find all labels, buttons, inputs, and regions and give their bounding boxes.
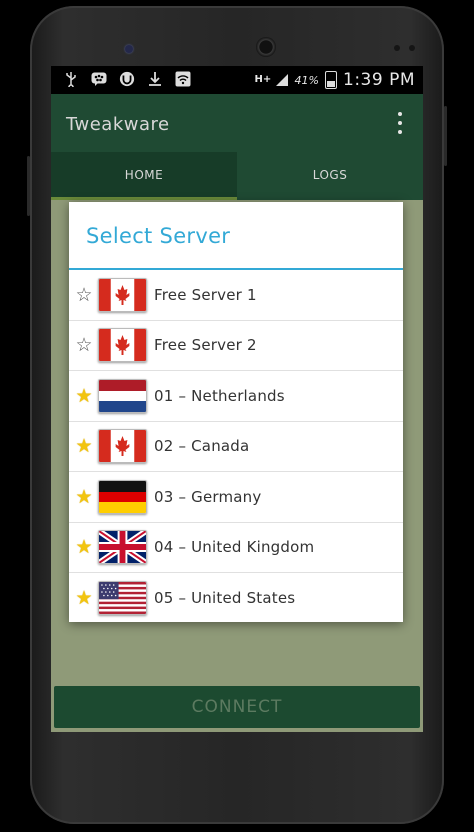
app-title: Tweakware [66,114,170,135]
clock: 1:39 PM [343,70,415,90]
status-bar: H+ 41% 1:39 PM [51,66,423,94]
signal-icon [275,73,289,87]
power-button [27,156,30,216]
favorite-star-filled-icon[interactable]: ★ [70,486,98,508]
server-name: 02 – Canada [154,437,250,456]
canada-flag-icon [98,429,147,464]
server-name: 01 – Netherlands [154,386,285,405]
light-sensor [409,45,415,51]
server-name: Free Server 2 [154,336,257,355]
server-name: 05 – United States [154,589,296,608]
front-camera [125,45,133,53]
screen: H+ 41% 1:39 PM Tweakware HOME LOGS CONNE… [51,66,423,732]
server-list: ☆ Free Server 1 ☆ Free Server 2 ★ 01 – N… [69,270,403,624]
select-server-dialog: Select Server ☆ Free Server 1 ☆ Free Ser… [69,202,403,622]
download-icon [147,71,163,87]
server-row-united-states[interactable]: ★ 05 – United States [69,573,403,624]
server-name: Free Server 1 [154,285,257,304]
server-row-free-server-1[interactable]: ☆ Free Server 1 [69,270,403,321]
tab-home[interactable]: HOME [51,152,237,200]
favorite-star-outline-icon[interactable]: ☆ [70,284,98,306]
canada-flag-icon [98,277,147,312]
dialog-title: Select Server [86,224,231,248]
app-bar: Tweakware [51,94,423,152]
favorite-star-filled-icon[interactable]: ★ [70,435,98,457]
canada-flag-icon [98,328,147,363]
usb-icon [63,71,79,87]
tab-bar: HOME LOGS [51,152,423,200]
connect-button[interactable]: CONNECT [54,686,420,728]
favorite-star-filled-icon[interactable]: ★ [70,385,98,407]
united-kingdom-flag-icon [98,530,147,565]
server-row-netherlands[interactable]: ★ 01 – Netherlands [69,371,403,422]
favorite-star-outline-icon[interactable]: ☆ [70,334,98,356]
united-states-flag-icon [98,581,147,616]
overflow-menu-icon[interactable] [397,112,403,134]
favorite-star-filled-icon[interactable]: ★ [70,536,98,558]
server-row-free-server-2[interactable]: ☆ Free Server 2 [69,321,403,371]
server-row-germany[interactable]: ★ 03 – Germany [69,472,403,523]
earpiece-speaker [256,37,276,57]
server-name: 03 – Germany [154,487,262,506]
server-row-canada[interactable]: ★ 02 – Canada [69,422,403,472]
tab-logs[interactable]: LOGS [237,152,423,200]
battery-percent: 41% [294,73,319,87]
server-name: 04 – United Kingdom [154,538,315,557]
battery-icon [325,71,337,89]
utorrent-icon [119,71,135,87]
netherlands-flag-icon [98,378,147,413]
volume-button [444,106,447,166]
favorite-star-filled-icon[interactable]: ★ [70,587,98,609]
network-type-label: H+ [254,74,272,85]
blackberry-messenger-icon [91,71,107,87]
server-row-united-kingdom[interactable]: ★ 04 – United Kingdom [69,523,403,573]
germany-flag-icon [98,479,147,514]
proximity-sensor [394,45,400,51]
wifi-box-icon [175,71,191,87]
